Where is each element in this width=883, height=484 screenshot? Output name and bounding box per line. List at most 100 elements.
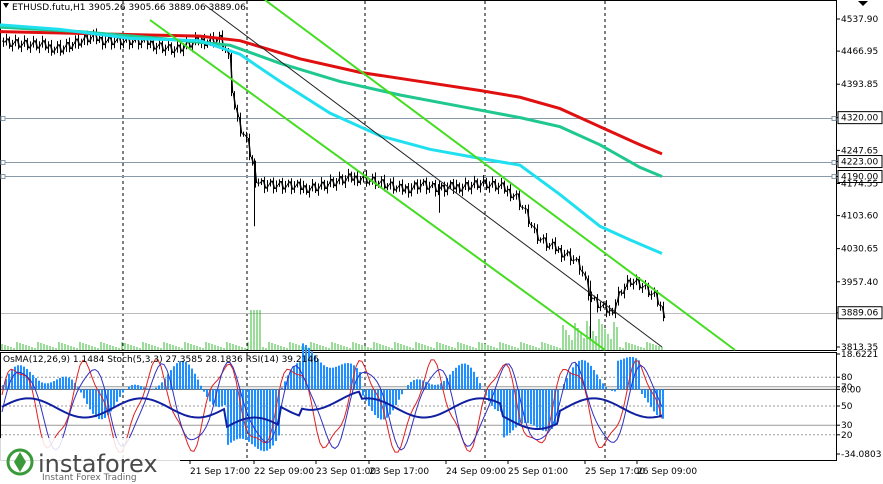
osma-bar — [59, 377, 61, 390]
osma-bar — [572, 367, 574, 390]
time-axis-label: 23 Sep 17:00 — [369, 467, 429, 477]
osma-bar — [344, 363, 346, 390]
osma-bar — [512, 389, 514, 431]
osma-bar — [302, 343, 304, 390]
osma-bar — [80, 389, 82, 393]
osma-bar — [653, 389, 655, 412]
osma-bar — [293, 366, 295, 390]
osma-bar — [68, 377, 70, 390]
osma-bar — [221, 389, 223, 407]
osma-bar — [41, 382, 43, 390]
osma-bar — [65, 376, 67, 390]
osma-bar — [632, 357, 634, 390]
osma-bar — [47, 383, 49, 390]
osma-bar — [23, 366, 25, 390]
osma-bar — [587, 362, 589, 390]
oscillator-header: OsMA(12,26,9) 1.1484 Stoch(5,3,3) 27.358… — [3, 355, 319, 365]
osma-bar — [536, 389, 538, 428]
osma-bar — [152, 388, 154, 390]
osma-bar — [236, 389, 238, 440]
osma-bar — [161, 382, 163, 390]
osma-bar — [626, 357, 628, 390]
osma-bar — [128, 386, 130, 390]
osma-bar — [347, 362, 349, 390]
osma-bar — [230, 389, 232, 443]
osma-bar — [566, 378, 568, 390]
price-tick-label: 3889.06 — [841, 309, 878, 319]
osma-bar — [533, 389, 535, 426]
osma-bar — [527, 389, 529, 424]
osma-bar — [116, 389, 118, 402]
osma-bar — [245, 389, 247, 440]
price-tick-label: 4320.00 — [841, 114, 878, 124]
osma-bar — [332, 367, 334, 390]
osma-bar — [86, 389, 88, 404]
level-handle — [831, 174, 837, 179]
osma-bar — [614, 389, 616, 392]
chart-window: 4537.90 4466.95 4393.85 4320.00 4247.65 4223.… — [0, 0, 883, 484]
osc-tick-label: -34.0803 — [841, 450, 881, 460]
main-panel-frame — [0, 0, 837, 351]
osma-bar — [212, 389, 214, 405]
osma-bar — [590, 365, 592, 390]
osma-bar — [182, 360, 184, 390]
price-chart[interactable]: 4537.90 4466.95 4393.85 4320.00 4247.65 4223.… — [0, 0, 883, 484]
osma-bar — [542, 389, 544, 431]
osma-bar — [434, 384, 436, 390]
osma-bar — [647, 389, 649, 403]
osma-bar — [140, 386, 142, 390]
osma-bar — [44, 383, 46, 390]
osma-bar — [197, 379, 199, 390]
price-tick-label: 4247.65 — [841, 146, 878, 156]
osma-bar — [95, 389, 97, 418]
osma-bar — [605, 386, 607, 390]
osma-bar — [62, 376, 64, 390]
osma-bar — [413, 380, 415, 390]
osma-bar — [431, 384, 433, 390]
level-handle — [831, 116, 837, 121]
candle-body — [524, 207, 527, 210]
osma-bar — [320, 362, 322, 390]
osc-tick-label: 0.00 — [841, 385, 861, 395]
osma-bar — [326, 366, 328, 390]
price-tick-label: 4393.85 — [841, 80, 878, 90]
osma-bar — [596, 374, 598, 390]
osma-bar — [341, 364, 343, 390]
osma-bar — [509, 389, 511, 434]
osc-tick-label: 20 — [841, 431, 853, 441]
osma-bar — [38, 380, 40, 390]
osma-bar — [464, 363, 466, 390]
osma-bar — [479, 383, 481, 390]
osma-bar — [200, 385, 202, 390]
osma-bar — [179, 361, 181, 390]
osma-bar — [620, 359, 622, 390]
osma-bar — [398, 389, 400, 400]
osma-bar — [377, 389, 379, 418]
osma-bar — [545, 389, 547, 432]
osma-bar — [155, 387, 157, 390]
chart-title-text: ETHUSD.futu,H1 3905.26 3905.66 3889.06 3… — [12, 3, 246, 13]
osma-bar — [131, 385, 133, 390]
osma-bar — [71, 379, 73, 390]
osma-bar — [50, 382, 52, 390]
osma-bar — [395, 389, 397, 406]
osma-bar — [143, 387, 145, 390]
osma-bar — [473, 371, 475, 390]
osma-bar — [497, 389, 499, 412]
osma-bar — [194, 373, 196, 390]
time-axis-label: 26 Sep 09:00 — [637, 467, 697, 477]
osma-bar — [137, 385, 139, 390]
osma-bar — [371, 389, 373, 411]
time-axis-label: 23 Sep 01:00 — [316, 467, 376, 477]
candle-body — [521, 206, 524, 209]
osc-tick-label: 50 — [841, 402, 853, 412]
price-tick-label: 4103.60 — [841, 212, 878, 222]
osma-bar — [218, 389, 220, 408]
osma-bar — [575, 363, 577, 390]
instaforex-watermark: instaforexInstant Forex Trading — [0, 438, 180, 484]
osma-bar — [443, 380, 445, 390]
price-tick-label: 4537.90 — [841, 15, 878, 25]
chart-title: ETHUSD.futu,H1 3905.26 3905.66 3889.06 3… — [3, 3, 246, 13]
osma-bar — [338, 365, 340, 390]
osma-bar — [437, 384, 439, 390]
